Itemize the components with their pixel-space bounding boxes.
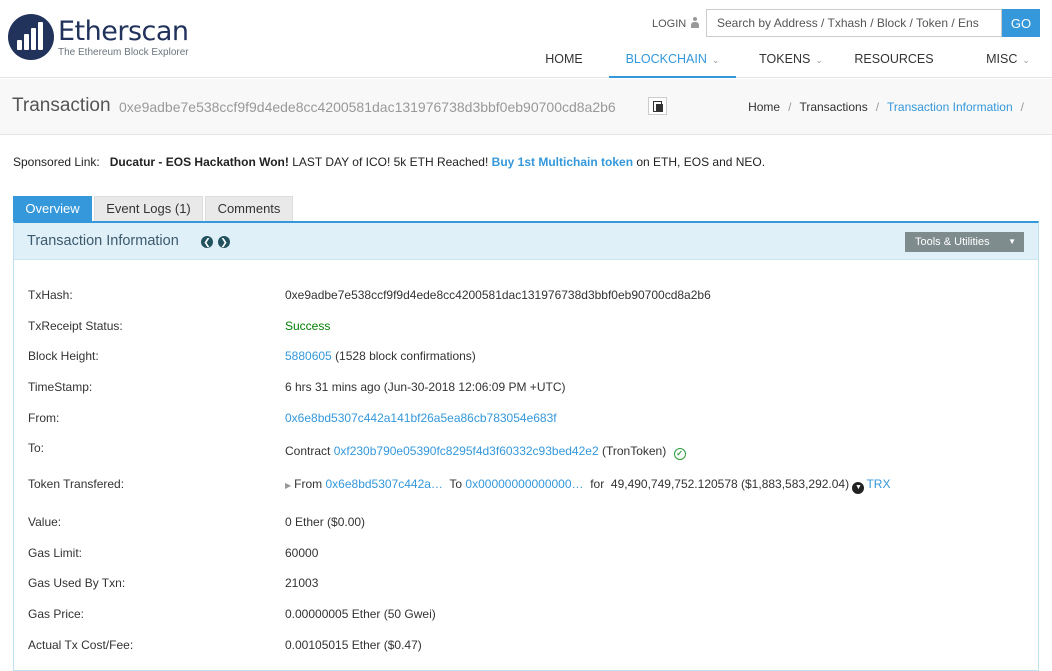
to-prefix: Contract: [285, 444, 331, 458]
token-from-link[interactable]: 0x6e8bd5307c442a…: [326, 477, 443, 491]
from-label: From:: [28, 411, 60, 425]
sponsored-text: LAST DAY of ICO! 5k ETH Reached!: [292, 155, 489, 169]
tab-comments[interactable]: Comments: [205, 196, 293, 222]
chevron-down-icon: ⌄: [1022, 55, 1030, 65]
login-label: LOGIN: [652, 18, 687, 30]
tools-utilities-button[interactable]: Tools & Utilities ▼: [905, 232, 1024, 252]
timestamp-value: 6 hrs 31 mins ago (Jun-30-2018 12:06:09 …: [285, 380, 566, 394]
to-contract-link[interactable]: 0xf230b790e05390fc8295f4d3f60332c93bed42…: [334, 444, 599, 458]
nav-tokens-label: TOKENS: [759, 52, 811, 66]
panel-header: Transaction Information ❮ ❯ Tools & Util…: [14, 223, 1038, 260]
token-symbol-link[interactable]: TRX: [866, 477, 890, 491]
etherscan-logo[interactable]: Etherscan The Ethereum Block Explorer: [8, 12, 198, 64]
status-label: TxReceipt Status:: [28, 319, 123, 333]
logo-chart-icon: [8, 14, 54, 60]
block-confirmations: (1528 block confirmations): [335, 349, 476, 363]
search-input[interactable]: [706, 9, 1002, 37]
nav-misc[interactable]: MISC ⌄: [970, 44, 1046, 78]
breadcrumb-current: Transaction Information: [887, 100, 1013, 114]
sponsored-link[interactable]: Buy 1st Multichain token: [492, 155, 633, 169]
nav-misc-label: MISC: [986, 52, 1018, 66]
token-for-label: for: [590, 477, 605, 491]
next-arrow-icon[interactable]: ❯: [218, 236, 230, 248]
page-title: Transaction: [12, 95, 111, 116]
site-header: Etherscan The Ethereum Block Explorer LO…: [0, 0, 1052, 78]
txhash-label: TxHash:: [28, 288, 73, 302]
gas-used-label: Gas Used By Txn:: [28, 576, 126, 590]
sponsored-banner: Sponsored Link: Ducatur - EOS Hackathon …: [13, 155, 765, 169]
from-value-group: 0x6e8bd5307c442a141bf26a5ea86cb783054e68…: [285, 411, 557, 425]
user-icon: [691, 17, 700, 28]
brand-name: Etherscan: [58, 16, 189, 47]
nav-home[interactable]: HOME: [520, 44, 608, 78]
nav-resources[interactable]: RESOURCES: [846, 44, 942, 78]
tab-event-logs[interactable]: Event Logs (1): [94, 196, 203, 222]
timestamp-label: TimeStamp:: [28, 380, 93, 394]
breadcrumb-transactions[interactable]: Transactions: [799, 100, 867, 114]
block-value-group: 5880605 (1528 block confirmations): [285, 349, 476, 363]
breadcrumb-home[interactable]: Home: [748, 100, 780, 114]
from-address-link[interactable]: 0x6e8bd5307c442a141bf26a5ea86cb783054e68…: [285, 411, 557, 425]
go-button[interactable]: GO: [1002, 9, 1040, 37]
txhash-value: 0xe9adbe7e538ccf9f9d4ede8cc4200581dac131…: [285, 288, 711, 302]
transaction-panel: Transaction Information ❮ ❯ Tools & Util…: [13, 221, 1039, 671]
block-height-link[interactable]: 5880605: [285, 349, 332, 363]
panel-title: Transaction Information: [27, 233, 179, 249]
status-value: Success: [285, 319, 331, 333]
gas-price-label: Gas Price:: [28, 607, 85, 621]
sponsored-tail: on ETH, EOS and NEO.: [636, 155, 766, 169]
verified-check-icon: ✓: [673, 448, 686, 460]
value-label: Value:: [28, 515, 62, 529]
gas-limit-label: Gas Limit:: [28, 546, 83, 560]
caret-right-icon: ▶: [285, 481, 292, 490]
brand-tagline: The Ethereum Block Explorer: [58, 47, 189, 58]
to-label: To:: [28, 441, 45, 455]
nav-blockchain[interactable]: BLOCKCHAIN ⌄: [609, 44, 736, 78]
fee-label: Actual Tx Cost/Fee:: [28, 638, 134, 652]
chevron-down-icon: ⌄: [815, 55, 823, 65]
token-transfer-group: ▶ From 0x6e8bd5307c442a… To 0x00000000000…: [285, 477, 890, 494]
page-subheader: Transaction 0xe9adbe7e538ccf9f9d4ede8cc4…: [0, 79, 1052, 135]
tron-token-icon: ▼: [852, 482, 865, 494]
nav-blockchain-label: BLOCKCHAIN: [625, 52, 707, 66]
gas-used-value: 21003: [285, 576, 319, 590]
value-value: 0 Ether ($0.00): [285, 515, 366, 529]
gas-limit-value: 60000: [285, 546, 319, 560]
to-contract-name: (TronToken): [601, 444, 667, 458]
token-from-label: From: [294, 477, 323, 491]
nav-tokens[interactable]: TOKENS ⌄: [742, 44, 840, 78]
sponsored-label: Sponsored Link:: [13, 155, 100, 169]
gas-price-value: 0.00000005 Ether (50 Gwei): [285, 607, 436, 621]
breadcrumb: Home / Transactions / Transaction Informatio…: [748, 100, 1024, 114]
token-amount: 49,490,749,752.120578 ($1,883,583,292.04…: [610, 477, 850, 491]
nav-resources-label: RESOURCES: [854, 52, 934, 66]
tools-utilities-label: Tools & Utilities: [915, 236, 990, 248]
tab-overview[interactable]: Overview: [13, 196, 92, 222]
copy-icon[interactable]: [648, 97, 667, 115]
token-to-link[interactable]: 0x00000000000000…: [465, 477, 583, 491]
previous-arrow-icon[interactable]: ❮: [201, 236, 213, 248]
block-label: Block Height:: [28, 349, 99, 363]
token-to-label: To: [449, 477, 463, 491]
login-link[interactable]: LOGIN: [652, 17, 700, 30]
caret-down-icon: ▼: [1008, 237, 1016, 246]
nav-home-label: HOME: [545, 52, 583, 66]
token-transfer-label: Token Transfered:: [28, 477, 125, 491]
fee-value: 0.00105015 Ether ($0.47): [285, 638, 422, 652]
chevron-down-icon: ⌄: [711, 55, 720, 65]
sponsored-headline: Ducatur - EOS Hackathon Won!: [109, 155, 289, 169]
page-tx-hash: 0xe9adbe7e538ccf9f9d4ede8cc4200581dac131…: [119, 99, 616, 115]
to-value-group: Contract 0xf230b790e05390fc8295f4d3f6033…: [285, 444, 686, 460]
